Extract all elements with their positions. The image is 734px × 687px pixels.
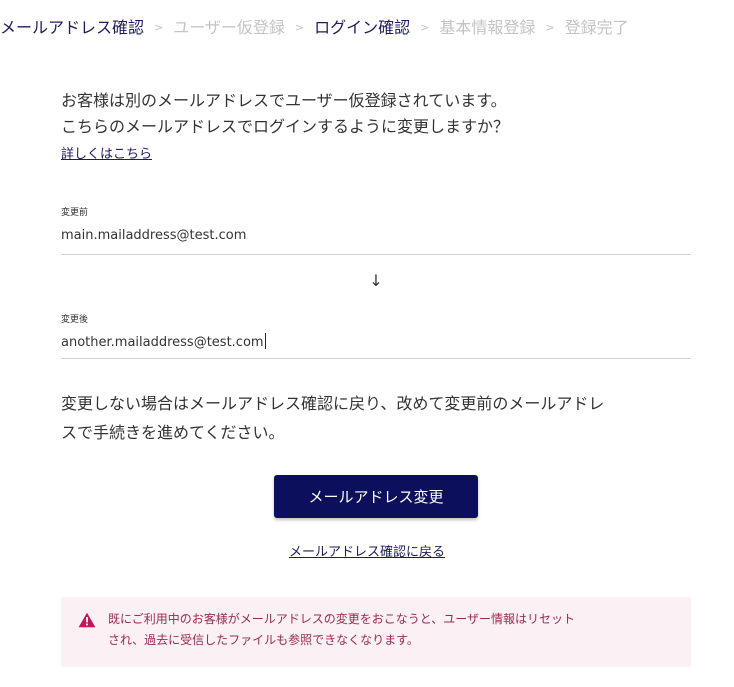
warning-line-2: され、過去に受信したファイルも参照できなくなります。 <box>108 633 419 647</box>
text-cursor <box>264 333 266 349</box>
breadcrumb-step-email-confirm: メールアドレス確認 <box>0 18 145 37</box>
warning-text: 既にご利用中のお客様がメールアドレスの変更をおこなうと、ユーザー情報はリセット … <box>108 609 683 651</box>
change-email-button[interactable]: メールアドレス変更 <box>274 475 478 518</box>
email-after-input[interactable]: another.mailaddress@test.com <box>61 333 266 350</box>
email-before-value: main.mailaddress@test.com <box>61 228 247 243</box>
note-line-2: スで手続きを進めてください。 <box>61 423 285 442</box>
breadcrumb-separator: > <box>154 20 164 34</box>
breadcrumb-step-complete: 登録完了 <box>564 18 629 37</box>
intro-message: お客様は別のメールアドレスでユーザー仮登録されています。 こちらのメールアドレス… <box>61 88 509 140</box>
email-before-label: 変更前 <box>61 208 89 218</box>
intro-line-1: お客様は別のメールアドレスでユーザー仮登録されています。 <box>61 91 507 110</box>
breadcrumb-step-temp-registration: ユーザー仮登録 <box>173 18 285 37</box>
note-message: 変更しない場合はメールアドレス確認に戻り、改めて変更前のメールアドレ スで手続き… <box>61 389 691 447</box>
email-after-label: 変更後 <box>61 315 89 325</box>
warning-alert: 既にご利用中のお客様がメールアドレスの変更をおこなうと、ユーザー情報はリセット … <box>61 597 691 667</box>
breadcrumb: メールアドレス確認 > ユーザー仮登録 > ログイン確認 > 基本情報登録 > … <box>0 14 734 38</box>
back-to-email-confirm-link[interactable]: メールアドレス確認に戻る <box>289 545 445 560</box>
back-link-container: メールアドレス確認に戻る <box>0 541 734 560</box>
email-after-value: another.mailaddress@test.com <box>61 335 264 350</box>
warning-line-1: 既にご利用中のお客様がメールアドレスの変更をおこなうと、ユーザー情報はリセット <box>108 612 576 626</box>
breadcrumb-step-basic-info: 基本情報登録 <box>439 18 536 37</box>
warning-triangle-icon <box>78 612 96 628</box>
arrow-down-icon: ↓ <box>369 271 383 290</box>
breadcrumb-step-login-confirm: ログイン確認 <box>314 18 411 37</box>
intro-line-2: こちらのメールアドレスでログインするように変更しますか？ <box>61 117 510 136</box>
breadcrumb-separator: > <box>294 20 305 34</box>
breadcrumb-separator: > <box>420 20 430 34</box>
breadcrumb-separator: > <box>545 20 555 34</box>
email-before-field: 変更前 main.mailaddress@test.com <box>61 205 691 255</box>
note-line-1: 変更しない場合はメールアドレス確認に戻り、改めて変更前のメールアドレ <box>61 394 605 413</box>
email-after-field[interactable]: 変更後 another.mailaddress@test.com <box>61 312 691 359</box>
details-link[interactable]: 詳しくはこちら <box>61 143 152 162</box>
